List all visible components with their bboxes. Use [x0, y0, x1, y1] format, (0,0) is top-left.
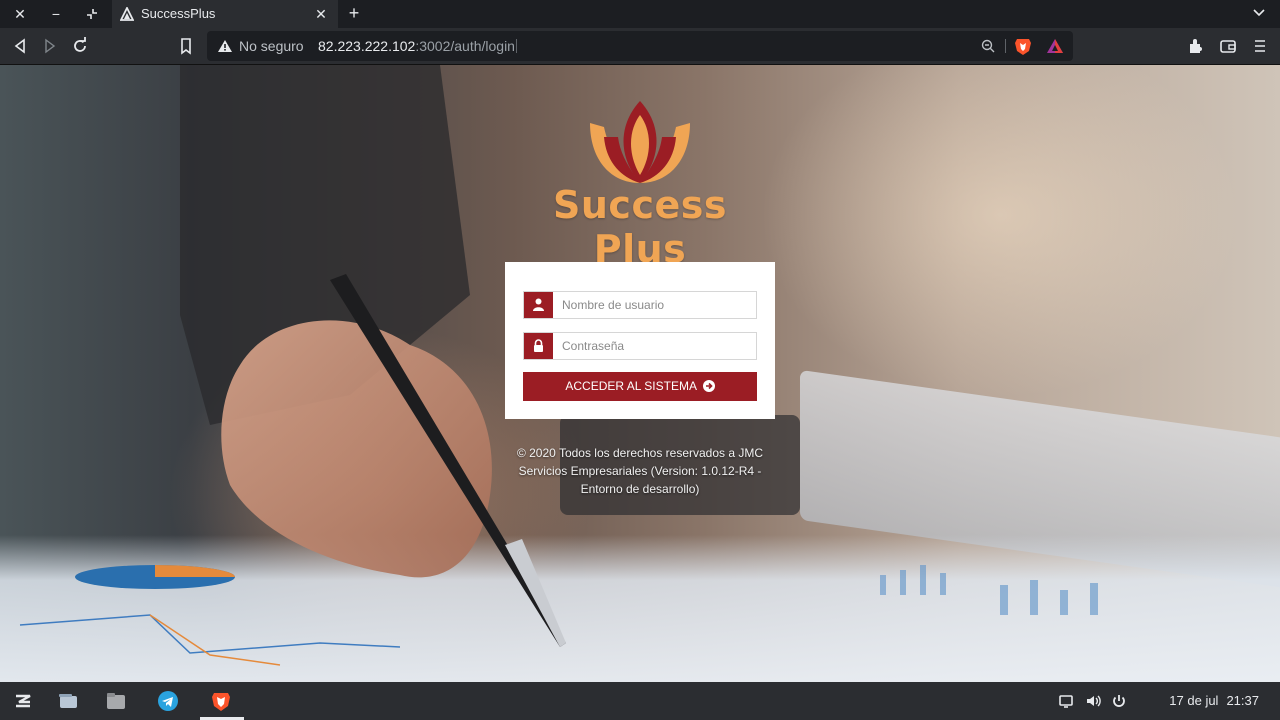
volume-icon[interactable]: [1085, 693, 1101, 709]
address-bar[interactable]: No seguro 82.223.222.102:3002/auth/login: [207, 31, 1073, 61]
brand-name: Success Plus: [553, 183, 727, 271]
tab-list-chevron-icon[interactable]: [1252, 6, 1266, 20]
window-overview-icon[interactable]: [57, 690, 79, 712]
password-field-group: [523, 332, 762, 360]
brave-shields-icon[interactable]: [1014, 37, 1032, 56]
login-submit-button[interactable]: ACCEDER AL SISTEMA: [523, 372, 757, 401]
warning-icon[interactable]: [217, 39, 233, 53]
password-input[interactable]: [554, 333, 762, 359]
new-tab-icon[interactable]: +: [344, 4, 364, 24]
url-text[interactable]: 82.223.222.102:3002/auth/login: [318, 31, 515, 61]
telegram-icon[interactable]: [157, 690, 179, 712]
brand-logo: Success Plus: [500, 97, 780, 271]
brave-icon[interactable]: [210, 690, 232, 712]
back-icon[interactable]: [10, 36, 30, 56]
username-addon: [524, 292, 553, 318]
forward-icon[interactable]: [40, 36, 60, 56]
username-field-group: [523, 291, 762, 319]
login-submit-label: ACCEDER AL SISTEMA: [565, 379, 697, 393]
window-restore-icon[interactable]: [82, 4, 102, 24]
display-icon[interactable]: [1058, 693, 1074, 709]
tab-title: SuccessPlus: [141, 6, 216, 21]
password-addon: [524, 333, 553, 359]
url-path: :3002/auth/login: [415, 38, 515, 54]
files-icon[interactable]: [105, 690, 127, 712]
bookmark-icon[interactable]: [176, 36, 196, 56]
login-page: Success Plus ACCEDER AL SISTEMA © 2020 T…: [0, 65, 1280, 682]
username-input[interactable]: [554, 292, 762, 318]
url-separator-2: [1005, 39, 1006, 53]
clock-date: 17 de jul: [1169, 693, 1219, 708]
url-host: 82.223.222.102: [318, 38, 416, 54]
security-status[interactable]: No seguro: [239, 31, 304, 61]
lock-icon: [534, 339, 543, 352]
brave-rewards-icon[interactable]: [1046, 38, 1064, 54]
user-icon: [533, 298, 544, 311]
browser-tab-strip: ✕ − SuccessPlus ✕ +: [0, 0, 1280, 28]
window-minimize-icon[interactable]: −: [46, 4, 66, 24]
browser-tab[interactable]: SuccessPlus ✕: [112, 0, 338, 28]
power-icon[interactable]: [1111, 693, 1127, 709]
wallet-icon[interactable]: [1218, 36, 1238, 56]
reload-icon[interactable]: [70, 36, 90, 56]
tab-close-icon[interactable]: ✕: [312, 4, 330, 24]
login-form: ACCEDER AL SISTEMA: [505, 262, 775, 419]
site-favicon-icon: [120, 7, 134, 21]
zoom-icon[interactable]: [981, 39, 995, 53]
menu-icon[interactable]: [1250, 36, 1270, 56]
lotus-logo-icon: [590, 101, 690, 183]
url-separator: [516, 39, 517, 53]
arrow-circle-right-icon: [702, 379, 715, 392]
os-taskbar: 17 de jul 21:37: [0, 682, 1280, 720]
system-clock[interactable]: 17 de jul 21:37: [1161, 682, 1259, 720]
browser-toolbar: No seguro 82.223.222.102:3002/auth/login: [0, 28, 1280, 65]
window-close-icon[interactable]: ✕: [10, 4, 30, 24]
copyright-footer: © 2020 Todos los derechos reservados a J…: [516, 446, 764, 496]
zorin-menu-icon[interactable]: [12, 690, 34, 712]
extensions-icon[interactable]: [1186, 36, 1206, 56]
clock-time: 21:37: [1226, 693, 1259, 708]
